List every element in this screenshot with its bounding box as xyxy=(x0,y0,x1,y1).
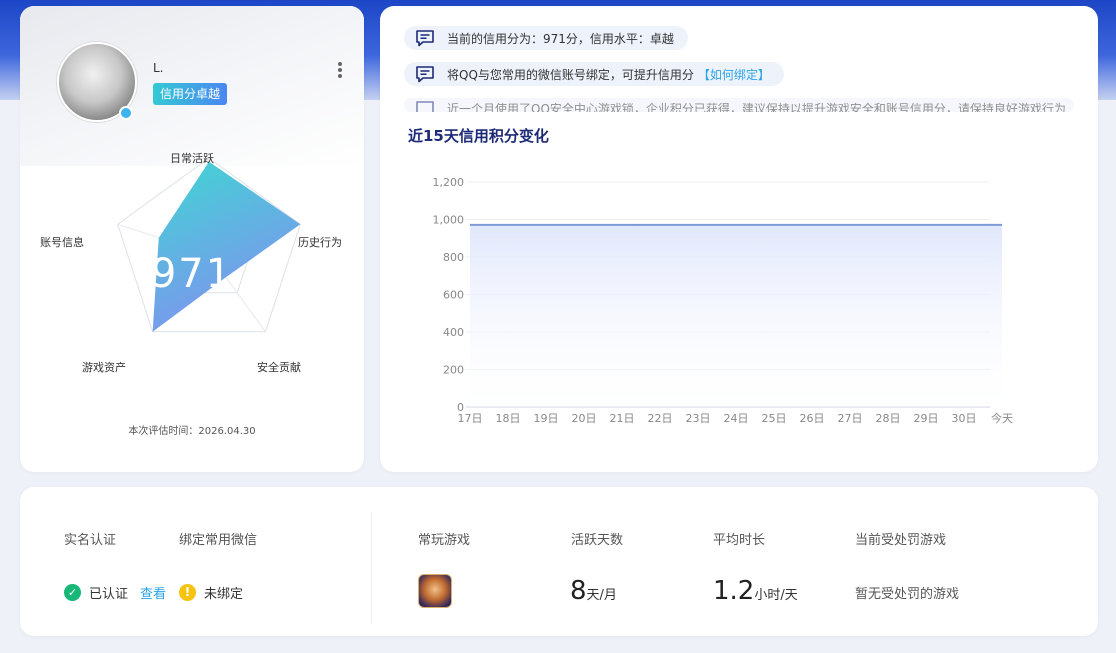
radar-label-account: 账号信息 xyxy=(40,235,84,249)
notice-current-score: 当前的信用分为：971分，信用水平：卓越 xyxy=(404,26,688,50)
notice-bind-wechat: 将QQ与您常用的微信账号绑定，可提升信用分 【如何绑定】 xyxy=(404,62,784,86)
x-tick-label: 17日 xyxy=(458,412,483,425)
x-tick-label: 21日 xyxy=(610,412,635,425)
y-axis-ticks: 02004006008001,0001,200 xyxy=(433,176,465,414)
avg-duration-unit: 小时/天 xyxy=(754,588,798,603)
frequent-games-label: 常玩游戏 xyxy=(418,533,471,548)
wechat-status-text: 未绑定 xyxy=(204,587,244,602)
realname-label: 实名认证 xyxy=(64,533,117,548)
credit-trend-chart: 02004006008001,0001,200 17日 18日 19日 20日 21日 2… xyxy=(433,176,1014,425)
y-tick-label: 1,000 xyxy=(433,214,465,227)
active-days-label: 活跃天数 xyxy=(571,533,624,548)
x-tick-label: 19日 xyxy=(534,412,559,425)
x-tick-label: 25日 xyxy=(762,412,787,425)
radar-label-daily: 日常活跃 xyxy=(170,151,214,165)
x-tick-label: 24日 xyxy=(724,412,749,425)
notice-text: 将QQ与您常用的微信账号绑定，可提升信用分 xyxy=(447,67,694,82)
message-icon xyxy=(416,30,434,47)
notice-text: 当前的信用分为：971分，信用水平：卓越 xyxy=(447,31,674,46)
y-tick-label: 400 xyxy=(443,326,464,339)
avg-duration-label: 平均时长 xyxy=(713,533,766,548)
realname-status-text: 已认证 xyxy=(89,587,129,602)
section-divider xyxy=(371,512,372,624)
credit-level-badge: 信用分卓越 xyxy=(153,83,228,105)
username: L. xyxy=(153,61,164,75)
x-tick-label: 今天 xyxy=(991,411,1013,425)
notice-scrolling: 近一个月使用了QQ安全中心游戏锁，企业积分已获得，建议保持以提升游戏安全和账号信… xyxy=(404,98,1074,112)
evaluation-time: 本次评估时间：2026.04.30 xyxy=(128,426,256,437)
avg-duration-value: 1.2小时/天 xyxy=(713,578,798,604)
y-tick-label: 200 xyxy=(443,364,464,377)
avg-duration-number: 1.2 xyxy=(713,576,755,606)
profile-card: L. 信用分卓越 971 日常活跃 历史行为 安全贡献 游戏资产 账号信息 本次… xyxy=(20,6,364,472)
radar-score-area xyxy=(152,161,301,332)
x-tick-label: 23日 xyxy=(686,412,711,425)
how-to-bind-link[interactable]: 【如何绑定】 xyxy=(698,66,770,83)
x-tick-label: 30日 xyxy=(952,412,977,425)
check-circle-icon: ✓ xyxy=(64,584,81,601)
x-tick-label: 20日 xyxy=(572,412,597,425)
x-axis-ticks: 17日 18日 19日 20日 21日 22日 23日 24日 25日 26日 27日 28日 29日 3… xyxy=(458,411,1014,425)
active-days-number: 8 xyxy=(570,576,587,606)
y-tick-label: 800 xyxy=(443,251,464,264)
active-days-unit: 天/月 xyxy=(586,588,617,603)
message-icon xyxy=(416,101,434,112)
credit-radar-chart: 971 日常活跃 历史行为 安全贡献 游戏资产 账号信息 xyxy=(40,151,342,374)
chart-title: 近15天信用积分变化 xyxy=(408,127,549,145)
message-icon xyxy=(416,66,434,83)
more-options-icon[interactable] xyxy=(336,62,344,82)
x-tick-label: 27日 xyxy=(838,412,863,425)
account-stats-card: 实名认证 绑定常用微信 ✓ 已认证 查看 ! 未绑定 常玩游戏 活跃天数 平均时… xyxy=(20,487,1098,636)
view-realname-link[interactable]: 查看 xyxy=(140,583,166,602)
credit-area xyxy=(470,224,1002,407)
radar-label-security: 安全贡献 xyxy=(257,360,301,374)
radar-label-assets: 游戏资产 xyxy=(82,360,126,374)
x-tick-label: 18日 xyxy=(496,412,521,425)
radar-label-history: 历史行为 xyxy=(298,236,342,249)
wechat-status: ! 未绑定 xyxy=(179,583,243,602)
notice-text: 近一个月使用了QQ安全中心游戏锁，企业积分已获得，建议保持以提升游戏安全和账号信… xyxy=(447,102,1066,112)
penalty-games-value: 暂无受处罚的游戏 xyxy=(855,587,960,602)
game-icon[interactable] xyxy=(418,574,452,608)
x-tick-label: 26日 xyxy=(800,412,825,425)
credit-trend-card: 当前的信用分为：971分，信用水平：卓越 将QQ与您常用的微信账号绑定，可提升信… xyxy=(380,6,1098,472)
qq-penguin-icon xyxy=(119,106,133,120)
realname-status: ✓ 已认证 查看 xyxy=(64,583,166,602)
y-tick-label: 1,200 xyxy=(433,176,465,189)
penalty-games-label: 当前受处罚游戏 xyxy=(855,533,947,548)
y-tick-label: 600 xyxy=(443,289,464,302)
credit-score-value: 971 xyxy=(151,251,233,297)
active-days-value: 8天/月 xyxy=(570,578,617,604)
warning-circle-icon: ! xyxy=(179,584,196,601)
x-tick-label: 28日 xyxy=(876,412,901,425)
x-tick-label: 29日 xyxy=(914,412,939,425)
wechat-label: 绑定常用微信 xyxy=(179,533,258,548)
x-tick-label: 22日 xyxy=(648,412,673,425)
